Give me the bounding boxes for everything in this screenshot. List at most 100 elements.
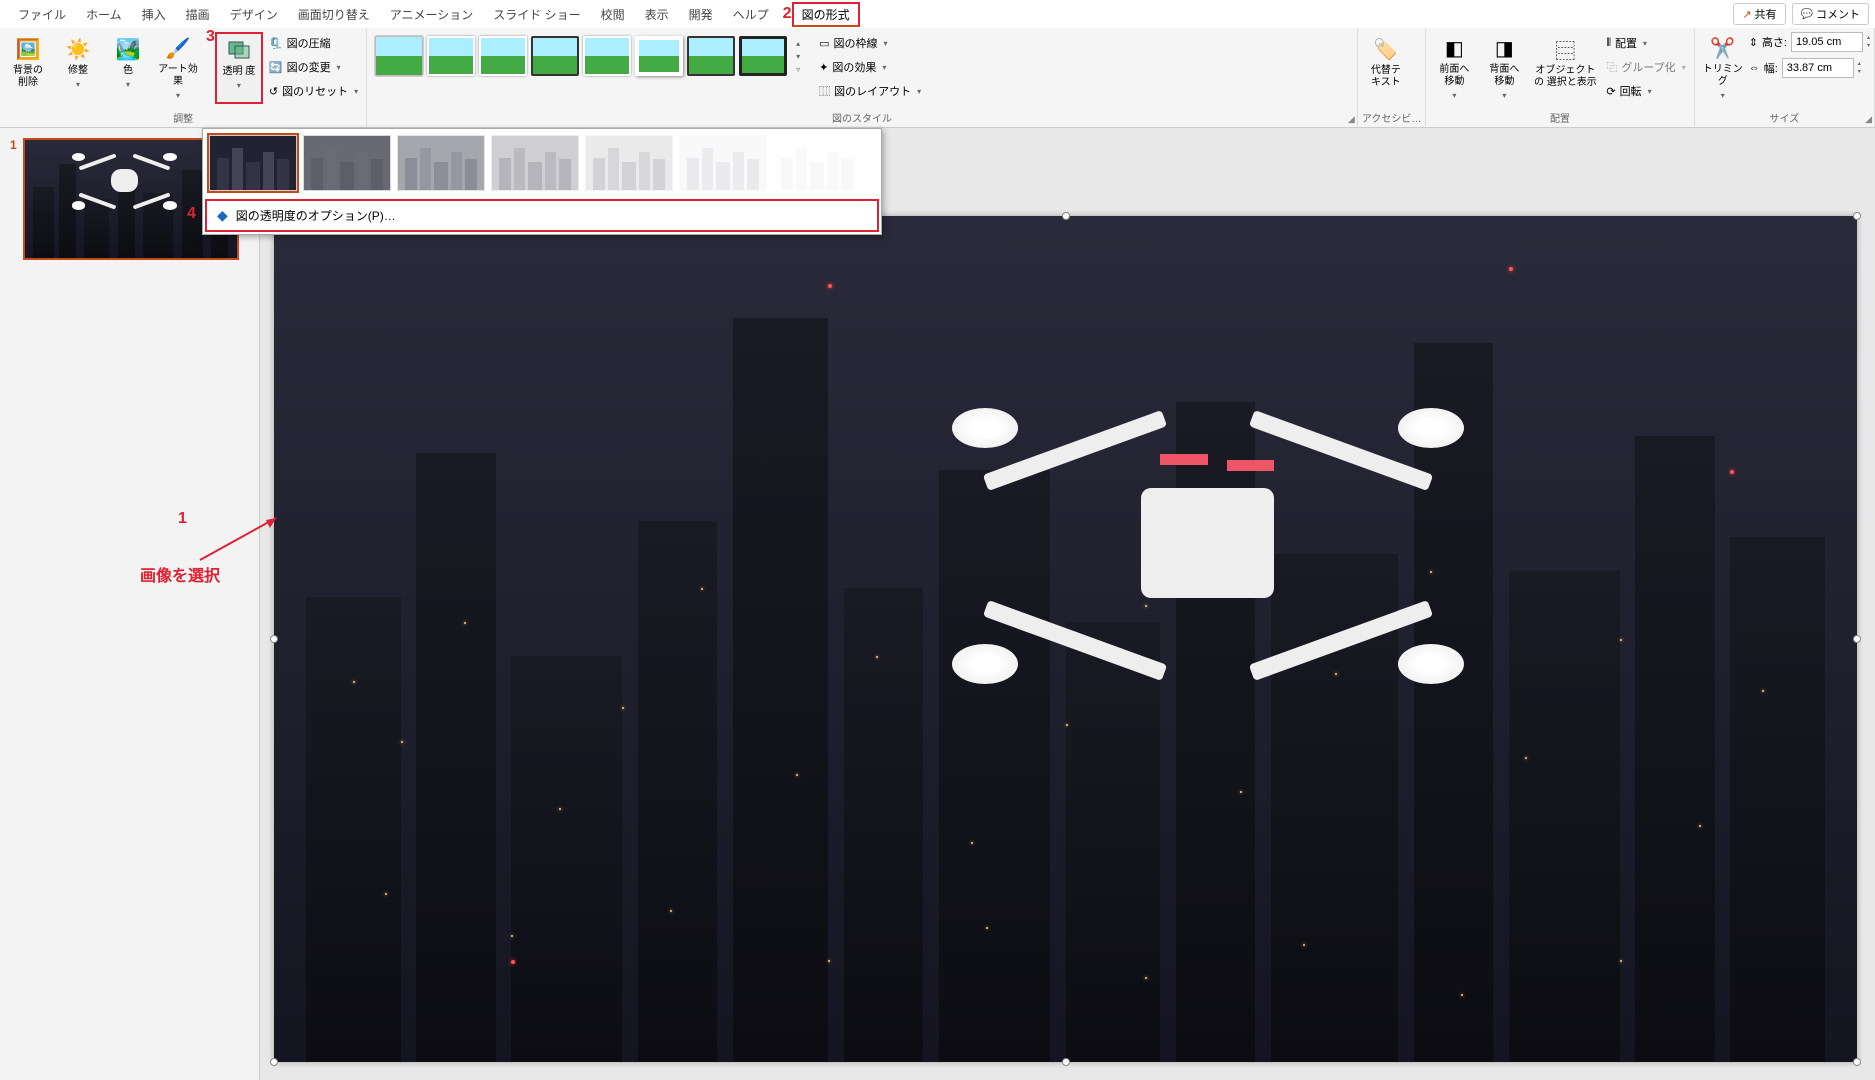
compress-pictures-button[interactable]: 🗜️図の圧縮 (265, 32, 362, 54)
annotation-3: 3 (206, 28, 215, 46)
menu-design[interactable]: デザイン (220, 2, 288, 27)
slide-canvas-area (260, 128, 1875, 1080)
crop-button[interactable]: ✂️ トリミング (1699, 32, 1747, 104)
width-icon: ⇔ (1749, 62, 1760, 74)
style-preset-3[interactable] (479, 36, 527, 76)
artistic-effects-button[interactable]: 🖌️ アート効果 (154, 32, 202, 104)
change-picture-button[interactable]: 🔄図の変更 (265, 56, 362, 78)
width-input[interactable] (1782, 58, 1854, 78)
rotate-button[interactable]: ⟳回転 (1602, 80, 1689, 102)
transparency-presets (203, 129, 881, 197)
menu-home[interactable]: ホーム (76, 2, 132, 27)
picture-layout-button[interactable]: ⿲図のレイアウト (815, 80, 925, 102)
height-icon: ⇕ (1749, 36, 1758, 49)
size-dialog-launcher[interactable]: ◢ (1865, 114, 1872, 125)
ribbon-group-picture-styles: ▴▾▿ ▭図の枠線 ✦図の効果 ⿲図のレイアウト 図のスタイル ◢ (367, 28, 1358, 127)
picture-effects-icon: ✦ (819, 61, 828, 74)
transparency-preset-1[interactable] (303, 135, 391, 191)
style-preset-1[interactable] (375, 36, 423, 76)
gallery-more[interactable]: ▴▾▿ (791, 38, 805, 75)
style-preset-6[interactable] (635, 36, 683, 76)
style-preset-7[interactable] (687, 36, 735, 76)
menu-insert[interactable]: 挿入 (132, 2, 176, 27)
style-preset-5[interactable] (583, 36, 631, 76)
styles-dialog-launcher[interactable]: ◢ (1348, 114, 1355, 125)
send-backward-button[interactable]: ◨ 背面へ 移動 (1480, 32, 1528, 104)
ribbon-group-accessibility: 🏷️ 代替テ キスト アクセシビ… (1358, 28, 1427, 127)
workspace: 1 (0, 128, 1875, 1080)
change-picture-icon: 🔄 (269, 61, 283, 74)
corrections-label: 修整 (68, 65, 88, 77)
corrections-button[interactable]: ☀️ 修整 (54, 32, 102, 104)
inserted-image[interactable] (274, 216, 1857, 1062)
annotation-arrow (190, 510, 290, 570)
menu-slideshow[interactable]: スライド ショー (483, 2, 590, 27)
menu-picture-format[interactable]: 図の形式 (792, 2, 860, 27)
corrections-icon: ☀️ (64, 35, 92, 63)
align-button[interactable]: ⫴ 配置 (1602, 32, 1689, 54)
bring-forward-button[interactable]: ◧ 前面へ 移動 (1430, 32, 1478, 104)
picture-effects-button[interactable]: ✦図の効果 (815, 56, 925, 78)
menu-developer[interactable]: 開発 (679, 2, 723, 27)
crop-icon: ✂️ (1709, 35, 1737, 62)
width-spinner[interactable]: ▴▾ (1858, 60, 1861, 76)
remove-background-button[interactable]: 🖼️ 背景の 削除 (4, 32, 52, 104)
menu-transitions[interactable]: 画面切り替え (288, 2, 380, 27)
artistic-effects-icon: 🖌️ (164, 35, 192, 62)
paint-bucket-icon: ◆ (217, 207, 228, 224)
menu-review[interactable]: 校閲 (591, 2, 635, 27)
group-icon: ⿻ (1606, 59, 1617, 75)
align-icon: ⫴ (1606, 37, 1611, 50)
transparency-options-button[interactable]: ◆ 図の透明度のオプション(P)… (205, 199, 879, 232)
align-label: 配置 (1615, 35, 1637, 51)
style-preset-4[interactable] (531, 36, 579, 76)
alt-text-button[interactable]: 🏷️ 代替テ キスト (1362, 32, 1410, 104)
share-label: 共有 (1755, 6, 1777, 22)
height-input[interactable] (1791, 32, 1863, 52)
annotation-1: 1 (178, 510, 187, 528)
group-label: グループ化 (1621, 59, 1675, 75)
comment-label: コメント (1816, 6, 1860, 22)
transparency-preset-4[interactable] (585, 135, 673, 191)
transparency-preset-0[interactable] (209, 135, 297, 191)
share-button[interactable]: 共有 (1733, 3, 1785, 25)
accessibility-group-label: アクセシビ… (1362, 109, 1422, 126)
picture-styles-gallery[interactable]: ▴▾▿ (371, 32, 809, 80)
transparency-preset-2[interactable] (397, 135, 485, 191)
menu-view[interactable]: 表示 (635, 2, 679, 27)
transparency-button[interactable]: 透明 度 (215, 32, 263, 104)
transparency-preset-6[interactable] (773, 135, 861, 191)
transparency-preset-3[interactable] (491, 135, 579, 191)
style-preset-2[interactable] (427, 36, 475, 76)
remove-background-label: 背景の 削除 (7, 65, 49, 89)
send-backward-label: 背面へ 移動 (1483, 64, 1525, 88)
color-label: 色 (123, 65, 133, 77)
artistic-label: アート効果 (157, 64, 199, 88)
compress-label: 図の圧縮 (287, 35, 331, 51)
transparency-dropdown: 4 ◆ 図の透明度のオプション(P)… (202, 128, 882, 235)
ribbon-group-size: ✂️ トリミング ⇕ 高さ: ▴▾ ⇔ 幅: ▴▾ サイズ ◢ (1695, 28, 1875, 127)
selection-pane-icon: ⿳ (1551, 35, 1579, 63)
style-preset-8[interactable] (739, 36, 787, 76)
rotate-icon: ⟳ (1606, 85, 1615, 98)
transparency-preset-5[interactable] (679, 135, 767, 191)
adjust-group-label: 調整 (4, 109, 362, 126)
menu-file[interactable]: ファイル (8, 2, 76, 27)
menu-animations[interactable]: アニメーション (380, 2, 484, 27)
group-button[interactable]: ⿻グループ化 (1602, 56, 1689, 78)
menu-help[interactable]: ヘルプ (723, 2, 779, 27)
picture-border-button[interactable]: ▭図の枠線 (815, 32, 925, 54)
share-icon (1742, 8, 1751, 21)
comment-button[interactable]: コメント (1792, 3, 1869, 25)
bring-forward-label: 前面へ 移動 (1433, 64, 1475, 88)
picture-layout-icon: ⿲ (819, 83, 830, 99)
slide-number: 1 (10, 138, 17, 260)
menu-draw[interactable]: 描画 (176, 2, 220, 27)
reset-picture-button[interactable]: ↺図のリセット (265, 80, 362, 102)
height-spinner[interactable]: ▴▾ (1867, 34, 1870, 50)
slide-canvas[interactable] (274, 216, 1857, 1062)
color-button[interactable]: 🏞️ 色 (104, 32, 152, 104)
annotation-2: 2 (783, 5, 792, 23)
selection-pane-button[interactable]: ⿳ オブジェクトの 選択と表示 (1530, 32, 1600, 104)
comment-icon (1801, 8, 1813, 20)
